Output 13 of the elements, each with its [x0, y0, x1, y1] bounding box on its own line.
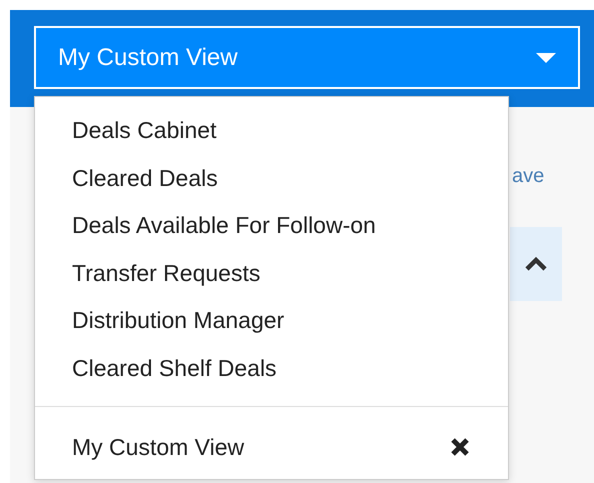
menu-item[interactable]: Transfer Requests [35, 254, 260, 302]
section-toggle[interactable] [510, 227, 562, 301]
text-link[interactable]: ave [512, 165, 544, 188]
view-select[interactable]: My Custom View [34, 26, 580, 89]
menu-item[interactable]: My Custom View [35, 429, 244, 465]
menu-item[interactable]: Deals Cabinet [35, 112, 216, 160]
menu-item[interactable]: Deals Available For Follow-on [35, 207, 376, 254]
chevron-icon [524, 256, 548, 272]
caret-icon [536, 52, 556, 64]
menu-item[interactable]: Cleared Shelf Deals [35, 350, 277, 397]
close-icon[interactable] [450, 437, 470, 457]
menu-item[interactable]: Distribution Manager [35, 302, 284, 350]
menu-item[interactable]: Cleared Deals [35, 160, 218, 207]
